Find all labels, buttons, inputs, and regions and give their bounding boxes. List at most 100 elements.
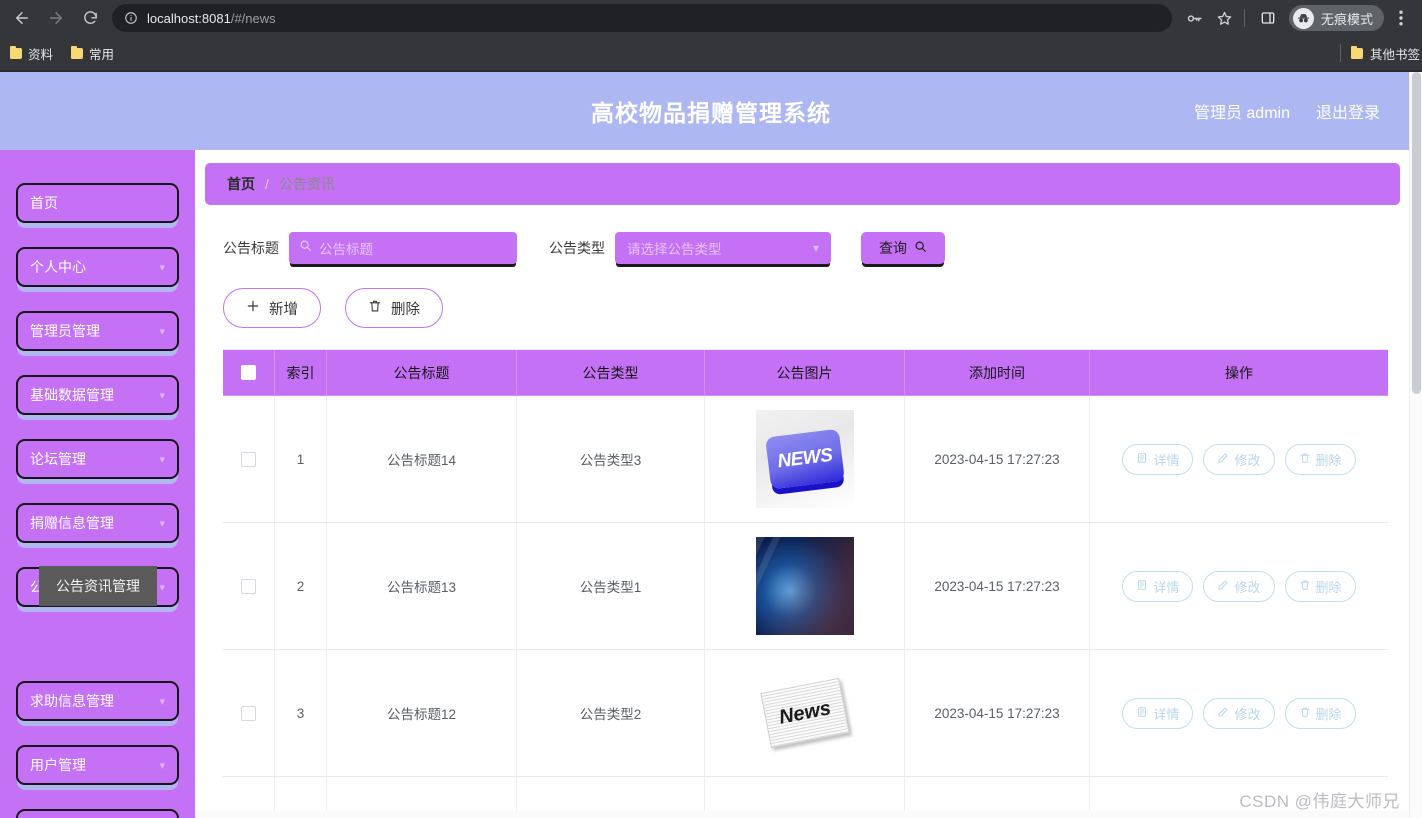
pencil-icon [1217, 452, 1229, 467]
sidebar-item-label: 首页 [30, 195, 58, 211]
chevron-down-icon: ▾ [159, 261, 165, 274]
sidebar-item-personal-center[interactable]: 个人中心 ▾ [16, 247, 179, 287]
row-checkbox-cell[interactable] [223, 650, 275, 777]
sidebar-item-carousel[interactable]: 轮播图信息 ▾ [16, 809, 179, 818]
reload-icon[interactable] [76, 4, 104, 32]
row-checkbox-cell[interactable] [223, 396, 275, 523]
row-time: 2023-04-15 17:27:23 [905, 523, 1090, 650]
trash-icon [1299, 706, 1311, 721]
bookmark-item[interactable]: 资料 [10, 44, 53, 63]
sidebar-item-wrap: 首页 [0, 183, 195, 223]
search-input[interactable]: 公告标题 [289, 232, 517, 264]
bookmark-label: 资料 [28, 47, 54, 62]
table-row[interactable]: 2 公告标题13 公告类型1 2023-04-15 17:27:23 详情 修改… [223, 523, 1388, 650]
type-select-placeholder: 请选择公告类型 [627, 242, 722, 257]
type-select[interactable]: 请选择公告类型 ▾ [615, 232, 831, 264]
chevron-down-icon: ▾ [159, 325, 165, 338]
filter-bar: 公告标题 公告标题 公告类型 请选择公告类型 ▾ 查询 [205, 232, 1400, 264]
detail-button[interactable]: 详情 [1122, 570, 1194, 602]
bookmark-label: 常用 [89, 47, 115, 62]
table-row[interactable]: 3 公告标题12 公告类型2 News 2023-04-15 17:27:23 … [223, 650, 1388, 777]
sidebar-item-admin-management[interactable]: 管理员管理 ▾ [16, 311, 179, 351]
document-icon [1136, 579, 1148, 594]
sidebar-item-label: 求助信息管理 [30, 693, 114, 709]
edit-button[interactable]: 修改 [1203, 443, 1275, 475]
pencil-icon [1217, 579, 1229, 594]
row-delete-button[interactable]: 删除 [1284, 697, 1356, 729]
globe-network-thumbnail[interactable] [755, 537, 854, 635]
sidebar-item-home[interactable]: 首页 [16, 183, 179, 223]
forward-arrow-icon[interactable] [42, 4, 70, 32]
folder-icon [10, 45, 22, 59]
delete-button[interactable]: 删除 [345, 288, 443, 328]
detail-button[interactable]: 详情 [1122, 443, 1194, 475]
incognito-label: 无痕模式 [1320, 11, 1373, 27]
column-header-operations: 操作 [1090, 350, 1388, 396]
other-bookmarks-label: 其他书签 [1369, 47, 1420, 62]
add-button[interactable]: 新增 [223, 288, 321, 328]
operations-bar: 新增 删除 [205, 288, 1400, 328]
search-icon [299, 239, 312, 257]
table-body: 1 公告标题14 公告类型3 NEWS 2023-04-15 17:27:23 … [223, 396, 1388, 818]
news-badge-thumbnail[interactable]: NEWS [755, 410, 854, 508]
column-header-time: 添加时间 [905, 350, 1090, 396]
sidebar-item-basic-data[interactable]: 基础数据管理 ▾ [16, 375, 179, 415]
folder-icon [71, 45, 84, 59]
sidebar-item-wrap: 管理员管理 ▾ [0, 311, 195, 351]
row-index: 1 [275, 396, 327, 523]
bookmark-item[interactable]: 常用 [71, 44, 114, 63]
horizontal-scrollbar[interactable] [195, 811, 1409, 818]
sidebar-item-help-info[interactable]: 求助信息管理 ▾ [16, 681, 179, 721]
back-arrow-icon[interactable] [8, 4, 36, 32]
incognito-indicator[interactable]: 无痕模式 [1288, 5, 1384, 31]
key-icon[interactable] [1182, 5, 1208, 31]
sidebar: 首页 个人中心 ▾ 管理员管理 ▾ 基础数据管理 ▾ 论坛管理 ▾ 捐赠信息管理… [0, 150, 195, 818]
row-delete-button[interactable]: 删除 [1284, 443, 1356, 475]
url-path: /#/news [230, 10, 276, 26]
search-button[interactable]: 查询 [861, 232, 945, 264]
logout-button[interactable]: 退出登录 [1316, 99, 1380, 123]
breadcrumb-separator: / [265, 176, 269, 192]
edit-button[interactable]: 修改 [1203, 570, 1275, 602]
application-window: 高校物品捐赠管理系统 管理员 admin 退出登录 首页 个人中心 ▾ 管理员管 [0, 72, 1422, 818]
sidebar-item-label: 基础数据管理 [30, 387, 114, 403]
side-panel-icon[interactable] [1255, 5, 1281, 31]
select-all-checkbox[interactable] [241, 365, 256, 380]
row-delete-button[interactable]: 删除 [1284, 570, 1356, 602]
select-all-header[interactable] [223, 350, 275, 396]
sidebar-item-forum[interactable]: 论坛管理 ▾ [16, 439, 179, 479]
row-time: 2023-04-15 17:27:23 [905, 396, 1090, 523]
trash-icon [1299, 452, 1311, 467]
row-checkbox[interactable] [241, 578, 256, 594]
row-checkbox[interactable] [241, 451, 256, 467]
detail-button-label: 详情 [1153, 452, 1180, 468]
detail-button[interactable]: 详情 [1122, 697, 1194, 729]
type-filter-label: 公告类型 [549, 240, 605, 256]
search-input-placeholder: 公告标题 [319, 242, 373, 257]
row-type: 公告类型3 [517, 396, 705, 523]
row-type: 公告类型1 [517, 523, 705, 650]
edit-button-label: 修改 [1234, 706, 1261, 722]
newspaper-thumbnail[interactable]: News [755, 664, 854, 762]
delete-button-label: 删除 [391, 301, 420, 318]
three-dot-menu-icon[interactable] [1388, 5, 1414, 31]
row-checkbox-cell[interactable] [223, 523, 275, 650]
sidebar-item-donation[interactable]: 捐赠信息管理 ▾ [16, 503, 179, 543]
chevron-down-icon: ▾ [159, 389, 165, 402]
row-type: 公告类型2 [517, 650, 705, 777]
vertical-scrollbar[interactable] [1409, 72, 1422, 818]
info-circle-icon[interactable] [124, 11, 138, 25]
breadcrumb-home[interactable]: 首页 [227, 174, 255, 194]
star-icon[interactable] [1212, 5, 1238, 31]
chevron-down-icon: ▾ [159, 453, 165, 466]
address-bar[interactable]: localhost:8081/#/news [112, 4, 1172, 32]
row-delete-button-label: 删除 [1315, 706, 1342, 722]
sidebar-item-user-management[interactable]: 用户管理 ▾ [16, 745, 179, 785]
column-header-type: 公告类型 [517, 350, 705, 396]
trash-icon [1299, 579, 1311, 594]
table-row[interactable]: 1 公告标题14 公告类型3 NEWS 2023-04-15 17:27:23 … [223, 396, 1388, 523]
add-button-label: 新增 [269, 301, 298, 318]
other-bookmarks-button[interactable]: 其他书签 [1334, 44, 1422, 63]
row-checkbox[interactable] [241, 705, 256, 721]
edit-button[interactable]: 修改 [1203, 697, 1275, 729]
